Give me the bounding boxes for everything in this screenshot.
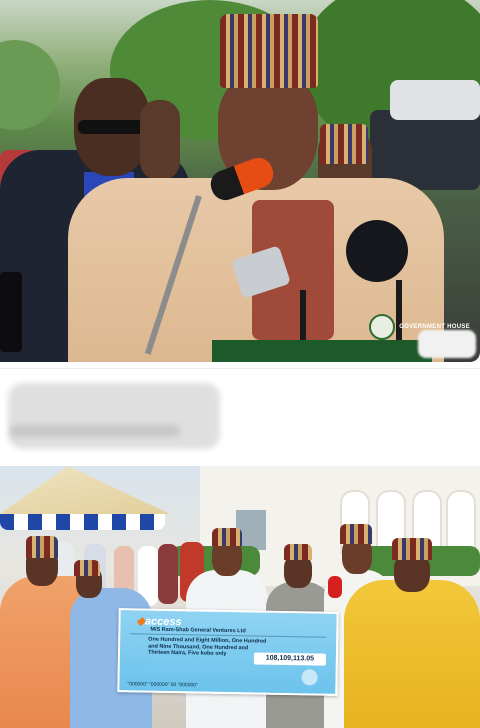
dignitary-cap	[284, 544, 312, 560]
background-car	[390, 80, 480, 120]
dignitary-cap	[74, 560, 100, 576]
cheque-account-line: "000000" "000000" 00 "000000"	[127, 681, 198, 689]
background-cap	[320, 124, 368, 164]
dignitary-yellow-robe	[344, 580, 480, 728]
background-person	[140, 100, 180, 180]
government-seal-icon	[369, 314, 396, 340]
microphone-black	[346, 220, 408, 282]
governor-cap	[212, 528, 242, 546]
phone	[0, 272, 22, 352]
dignitary-cap	[340, 524, 372, 544]
canopy-tent	[0, 466, 170, 514]
bottom-photo: ◆access M/S Ram-Shab General Ventures Lt…	[0, 466, 480, 728]
blurred-overlay	[418, 330, 476, 358]
presentation-cheque: ◆access M/S Ram-Shab General Ventures Lt…	[117, 608, 339, 696]
dignitary-cap	[392, 538, 432, 560]
governor-cap	[220, 14, 318, 88]
podium	[212, 340, 432, 362]
blurred-line	[10, 425, 180, 437]
background-person	[158, 544, 178, 604]
cheque-amount-figures: 108,109,113.05	[253, 652, 326, 666]
top-photo: GOVERNMENT HOUSE	[0, 0, 480, 362]
microphone-red	[328, 576, 342, 598]
canopy-valance	[0, 514, 165, 530]
blurred-caption-area	[0, 368, 480, 463]
building-arch	[446, 490, 476, 554]
cheque-stamp	[301, 669, 318, 686]
background-tree	[0, 40, 60, 130]
dignitary-cap	[26, 536, 58, 558]
cheque-amount-words: One Hundred and Eight Million, One Hundr…	[147, 636, 267, 657]
blurred-text-block	[8, 383, 220, 449]
